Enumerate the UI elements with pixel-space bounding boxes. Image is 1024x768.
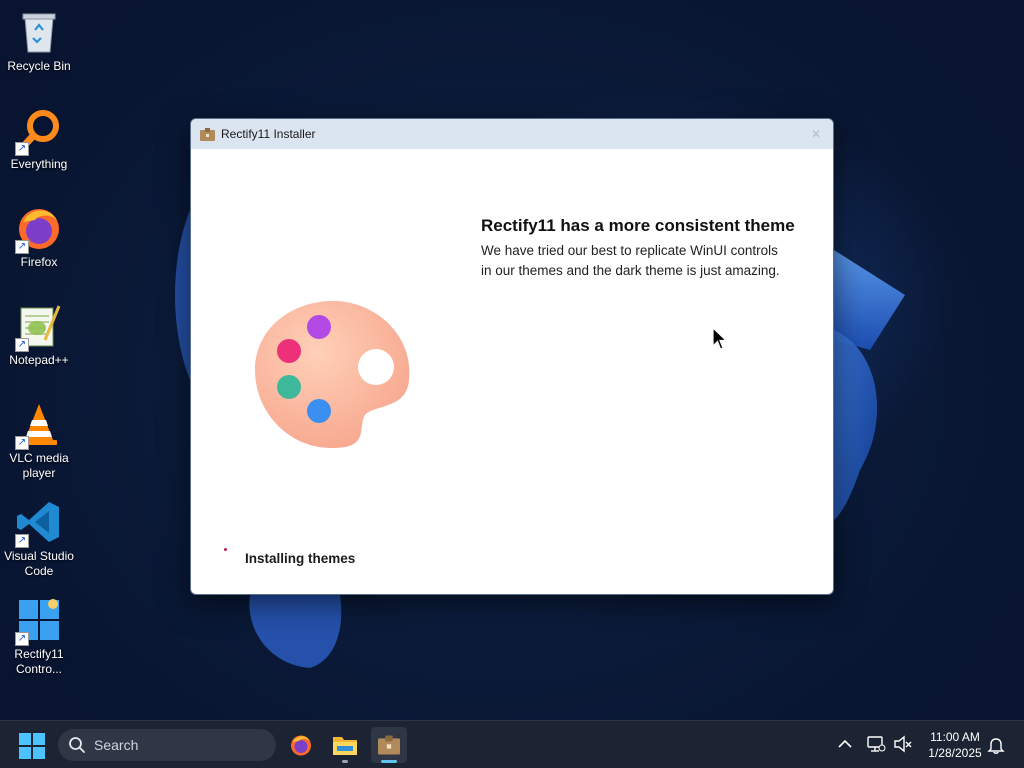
- everything-search-icon: ↗: [15, 106, 63, 156]
- desktop-icon-label: Everything: [10, 157, 68, 171]
- desktop-icon-firefox[interactable]: ↗ Firefox: [2, 200, 76, 290]
- shortcut-arrow-icon: ↗: [15, 436, 29, 450]
- shortcut-arrow-icon: ↗: [15, 338, 29, 352]
- volume-muted-icon[interactable]: [893, 734, 913, 754]
- search-placeholder: Search: [94, 737, 139, 753]
- firefox-icon: [291, 735, 311, 756]
- desktop-icon-label: VLC media player: [9, 451, 69, 480]
- shortcut-arrow-icon: ↗: [15, 534, 29, 548]
- desktop-icon-vscode[interactable]: ↗ Visual Studio Code: [2, 494, 76, 584]
- rectify11-installer-icon: [378, 735, 400, 755]
- feature-description: We have tried our best to replicate WinU…: [481, 243, 780, 278]
- notification-bell-icon[interactable]: [986, 735, 1006, 755]
- clock-date: 1/28/2025: [928, 746, 982, 760]
- title-bar[interactable]: Rectify11 Installer ✕: [191, 119, 833, 149]
- desktop-icon-vlc[interactable]: ↗ VLC media player: [2, 396, 76, 486]
- recycle-bin-icon: [15, 8, 63, 56]
- desktop-icon-label: Rectify11 Contro...: [14, 647, 64, 676]
- taskbar-app-file-explorer[interactable]: [327, 727, 363, 763]
- taskbar-app-rectify11-installer[interactable]: [371, 727, 407, 763]
- installer-app-icon: [200, 127, 215, 141]
- desktop-icon-label: Visual Studio Code: [4, 549, 74, 578]
- taskbar-search-box[interactable]: Search: [58, 729, 276, 761]
- desktop-icon-rectify11-control-center[interactable]: ↗ Rectify11 Contro...: [2, 592, 76, 682]
- vlc-icon: ↗: [15, 400, 63, 450]
- taskbar-app-firefox[interactable]: [283, 727, 319, 763]
- network-icon[interactable]: [866, 734, 886, 754]
- notepad-plus-plus-icon: ↗: [15, 302, 63, 352]
- install-status-text: Installing themes: [245, 551, 356, 566]
- desktop-icon-label: Notepad++: [9, 353, 69, 367]
- desktop-icon-everything[interactable]: ↗ Everything: [2, 102, 76, 192]
- active-app-indicator: [381, 760, 397, 763]
- shortcut-arrow-icon: ↗: [15, 142, 29, 156]
- file-explorer-icon: [333, 737, 357, 755]
- running-indicator: [342, 760, 348, 763]
- vscode-icon: ↗: [15, 498, 63, 548]
- shortcut-arrow-icon: ↗: [15, 632, 29, 646]
- search-icon: [69, 737, 85, 753]
- feature-heading: Rectify11 has a more consistent theme: [481, 216, 795, 235]
- desktop-icon-notepad-plus-plus[interactable]: ↗ Notepad++: [2, 298, 76, 388]
- installer-window: Rectify11 Installer ✕ Rectify11 has a mo…: [190, 118, 834, 595]
- rectify11-control-center-icon: ↗: [15, 596, 63, 646]
- firefox-icon: ↗: [15, 204, 63, 254]
- close-button[interactable]: ✕: [807, 125, 825, 143]
- taskbar-clock[interactable]: 11:00 AM 1/28/2025: [918, 729, 992, 761]
- desktop-icon-label: Recycle Bin: [7, 59, 71, 73]
- paint-palette-icon: [255, 300, 410, 449]
- clock-time: 11:00 AM: [930, 730, 980, 744]
- progress-spinner-icon: [224, 548, 227, 551]
- desktop-icon-label: Firefox: [20, 255, 58, 269]
- mouse-cursor-icon: [712, 327, 728, 350]
- taskbar: Search 11:00 AM 1/28/2025: [0, 720, 1024, 768]
- chevron-up-icon[interactable]: [836, 735, 854, 753]
- desktop-icon-recycle-bin[interactable]: Recycle Bin: [2, 4, 76, 94]
- shortcut-arrow-icon: ↗: [15, 240, 29, 254]
- windows-start-icon[interactable]: [19, 733, 45, 759]
- window-title: Rectify11 Installer: [221, 127, 316, 141]
